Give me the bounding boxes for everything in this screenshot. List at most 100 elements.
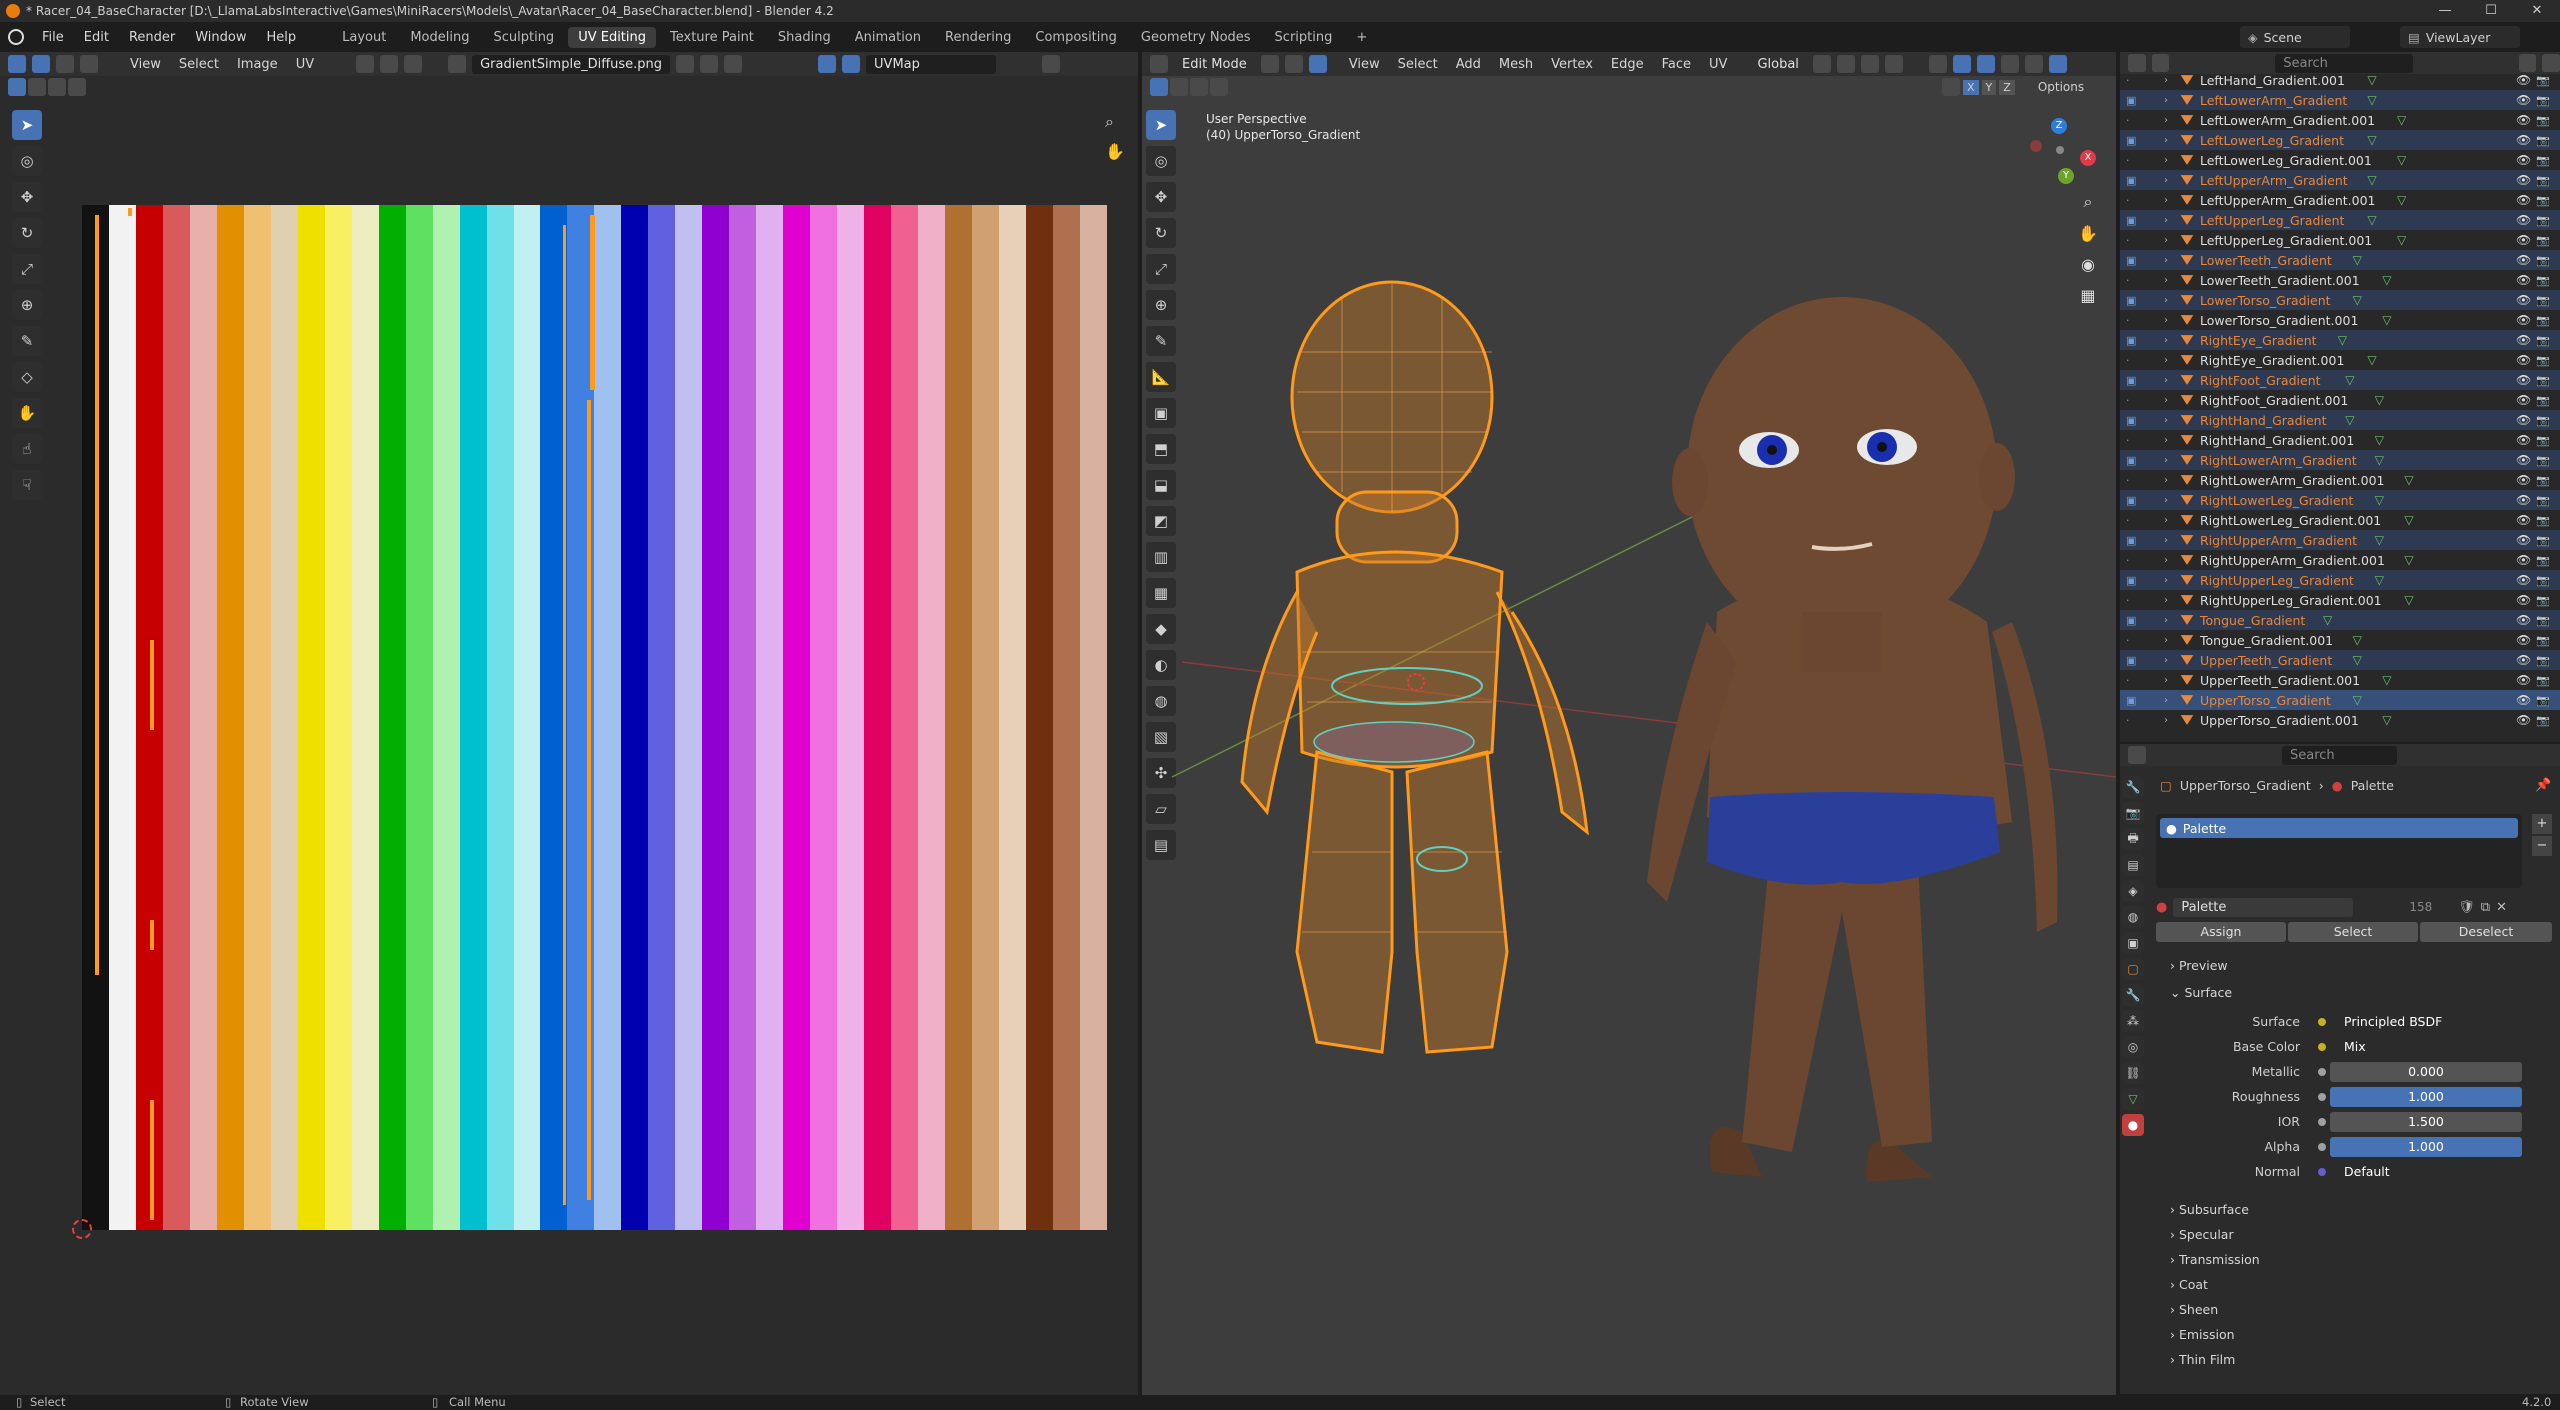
- outliner-row[interactable]: · › Tongue_Gradient.001 ▽ 👁 📷: [2120, 630, 2560, 650]
- world-tab-icon[interactable]: ◍: [2122, 906, 2144, 928]
- material-tab-icon[interactable]: ●: [2122, 1114, 2144, 1136]
- rip-tool-icon[interactable]: ◇: [12, 362, 42, 392]
- maximize-icon[interactable]: ☐: [2468, 0, 2514, 22]
- render-camera-icon[interactable]: 📷: [2536, 154, 2550, 167]
- pivot-icon[interactable]: [356, 55, 375, 73]
- duplicate-material-icon[interactable]: ⧉: [2481, 900, 2490, 915]
- outliner-row[interactable]: · › LeftLowerArm_Gradient.001 ▽ 👁 📷: [2120, 110, 2560, 130]
- 3d-scene[interactable]: [1142, 52, 2116, 1395]
- object-mode-icon[interactable]: ▣: [2126, 654, 2136, 667]
- render-camera-icon[interactable]: 📷: [2536, 334, 2550, 347]
- outliner-row[interactable]: ▣ › LeftLowerLeg_Gradient ▽ 👁 📷: [2120, 130, 2560, 150]
- outliner-row[interactable]: ▣ › RightUpperArm_Gradient ▽ 👁 📷: [2120, 530, 2560, 550]
- object-mode-icon[interactable]: ▣: [2126, 454, 2136, 467]
- subsection-panel[interactable]: › Transmission: [2170, 1252, 2260, 1267]
- property-field[interactable]: 1.500: [2330, 1112, 2522, 1132]
- deselect-button[interactable]: Deselect: [2420, 922, 2552, 942]
- expand-icon[interactable]: ›: [2164, 215, 2168, 226]
- visibility-eye-icon[interactable]: 👁: [2516, 613, 2531, 627]
- remove-slot-icon[interactable]: −: [2532, 836, 2552, 856]
- visibility-eye-icon[interactable]: 👁: [2516, 73, 2531, 87]
- render-tab-icon[interactable]: 📷: [2122, 802, 2144, 824]
- visibility-eye-icon[interactable]: 👁: [2516, 333, 2531, 347]
- render-camera-icon[interactable]: 📷: [2536, 414, 2550, 427]
- outliner-row[interactable]: · › LowerTorso_Gradient.001 ▽ 👁 📷: [2120, 310, 2560, 330]
- render-camera-icon[interactable]: 📷: [2536, 494, 2550, 507]
- constraints-tab-icon[interactable]: ⛓: [2122, 1062, 2144, 1084]
- render-camera-icon[interactable]: 📷: [2536, 314, 2550, 327]
- scene-tab-icon[interactable]: ◈: [2122, 880, 2144, 902]
- socket-icon[interactable]: [2318, 1068, 2326, 1076]
- render-camera-icon[interactable]: 📷: [2536, 714, 2550, 727]
- render-camera-icon[interactable]: 📷: [2536, 234, 2550, 247]
- expand-icon[interactable]: ›: [2164, 355, 2168, 366]
- open-image-icon[interactable]: [700, 55, 719, 73]
- select-new-icon[interactable]: [8, 78, 26, 96]
- visibility-eye-icon[interactable]: 👁: [2516, 433, 2531, 447]
- outliner-row[interactable]: · › LeftUpperLeg_Gradient.001 ▽ 👁 📷: [2120, 230, 2560, 250]
- material-slot-row[interactable]: ● Palette: [2160, 818, 2518, 838]
- uv-menu-view[interactable]: View: [124, 55, 167, 74]
- object-mode-icon[interactable]: ·: [2126, 194, 2130, 207]
- tab-geometry-nodes[interactable]: Geometry Nodes: [1131, 27, 1261, 48]
- uv-sync-icon[interactable]: [32, 55, 50, 73]
- pinch-tool-icon[interactable]: ☟: [12, 470, 42, 500]
- uv-display-icon[interactable]: [818, 55, 837, 73]
- render-camera-icon[interactable]: 📷: [2536, 434, 2550, 447]
- visibility-eye-icon[interactable]: 👁: [2516, 113, 2531, 127]
- outliner-row[interactable]: ▣ › LeftUpperLeg_Gradient ▽ 👁 📷: [2120, 210, 2560, 230]
- outliner-row[interactable]: ▣ › LeftUpperArm_Gradient ▽ 👁 📷: [2120, 170, 2560, 190]
- uv-menu-uv[interactable]: UV: [290, 55, 320, 74]
- expand-icon[interactable]: ›: [2164, 655, 2168, 666]
- property-field[interactable]: Principled BSDF: [2330, 1012, 2522, 1032]
- uv-island[interactable]: [128, 208, 132, 216]
- outliner-row[interactable]: · › LeftHand_Gradient.001 ▽ 👁 📷: [2120, 70, 2560, 90]
- tab-compositing[interactable]: Compositing: [1025, 27, 1127, 48]
- editor-type-icon[interactable]: [8, 55, 26, 73]
- visibility-eye-icon[interactable]: 👁: [2516, 273, 2531, 287]
- object-mode-icon[interactable]: ▣: [2126, 574, 2136, 587]
- outliner-row[interactable]: · › LowerTeeth_Gradient.001 ▽ 👁 📷: [2120, 270, 2560, 290]
- assign-button[interactable]: Assign: [2156, 922, 2286, 942]
- expand-icon[interactable]: ›: [2164, 395, 2168, 406]
- expand-icon[interactable]: ›: [2164, 75, 2168, 86]
- expand-icon[interactable]: ›: [2164, 115, 2168, 126]
- expand-icon[interactable]: ›: [2164, 635, 2168, 646]
- expand-icon[interactable]: ›: [2164, 515, 2168, 526]
- render-camera-icon[interactable]: 📷: [2536, 114, 2550, 127]
- render-camera-icon[interactable]: 📷: [2536, 594, 2550, 607]
- tool-tab-icon[interactable]: 🔧: [2122, 776, 2144, 798]
- expand-icon[interactable]: ›: [2164, 675, 2168, 686]
- visibility-eye-icon[interactable]: 👁: [2516, 453, 2531, 467]
- uv-island[interactable]: [590, 215, 595, 390]
- outliner-row[interactable]: ▣ › RightEye_Gradient ▽ 👁 📷: [2120, 330, 2560, 350]
- material-name-field[interactable]: Palette: [2173, 897, 2354, 917]
- menu-window[interactable]: Window: [187, 30, 254, 45]
- tab-uv-editing[interactable]: UV Editing: [568, 26, 657, 48]
- render-camera-icon[interactable]: 📷: [2536, 374, 2550, 387]
- object-mode-icon[interactable]: ▣: [2126, 614, 2136, 627]
- menu-edit[interactable]: Edit: [76, 30, 117, 45]
- render-camera-icon[interactable]: 📷: [2536, 614, 2550, 627]
- outliner-row[interactable]: ▣ › RightLowerLeg_Gradient ▽ 👁 📷: [2120, 490, 2560, 510]
- expand-icon[interactable]: ›: [2164, 335, 2168, 346]
- object-mode-icon[interactable]: ▣: [2126, 694, 2136, 707]
- expand-icon[interactable]: ›: [2164, 155, 2168, 166]
- render-camera-icon[interactable]: 📷: [2536, 634, 2550, 647]
- visibility-eye-icon[interactable]: 👁: [2516, 173, 2531, 187]
- object-mode-icon[interactable]: ·: [2126, 634, 2130, 647]
- outliner-row[interactable]: · › RightLowerLeg_Gradient.001 ▽ 👁 📷: [2120, 510, 2560, 530]
- visibility-eye-icon[interactable]: 👁: [2516, 373, 2531, 387]
- visibility-eye-icon[interactable]: 👁: [2516, 253, 2531, 267]
- browse-material-icon[interactable]: ●: [2156, 900, 2167, 915]
- visibility-eye-icon[interactable]: 👁: [2516, 553, 2531, 567]
- outliner-row[interactable]: ▣ › Tongue_Gradient ▽ 👁 📷: [2120, 610, 2560, 630]
- render-camera-icon[interactable]: 📷: [2536, 514, 2550, 527]
- minimize-icon[interactable]: —: [2422, 0, 2468, 22]
- render-camera-icon[interactable]: 📷: [2536, 394, 2550, 407]
- visibility-eye-icon[interactable]: 👁: [2516, 93, 2531, 107]
- expand-icon[interactable]: ›: [2164, 555, 2168, 566]
- move-tool-icon[interactable]: ✥: [12, 182, 42, 212]
- render-camera-icon[interactable]: 📷: [2536, 94, 2550, 107]
- collection-tab-icon[interactable]: ▣: [2122, 932, 2144, 954]
